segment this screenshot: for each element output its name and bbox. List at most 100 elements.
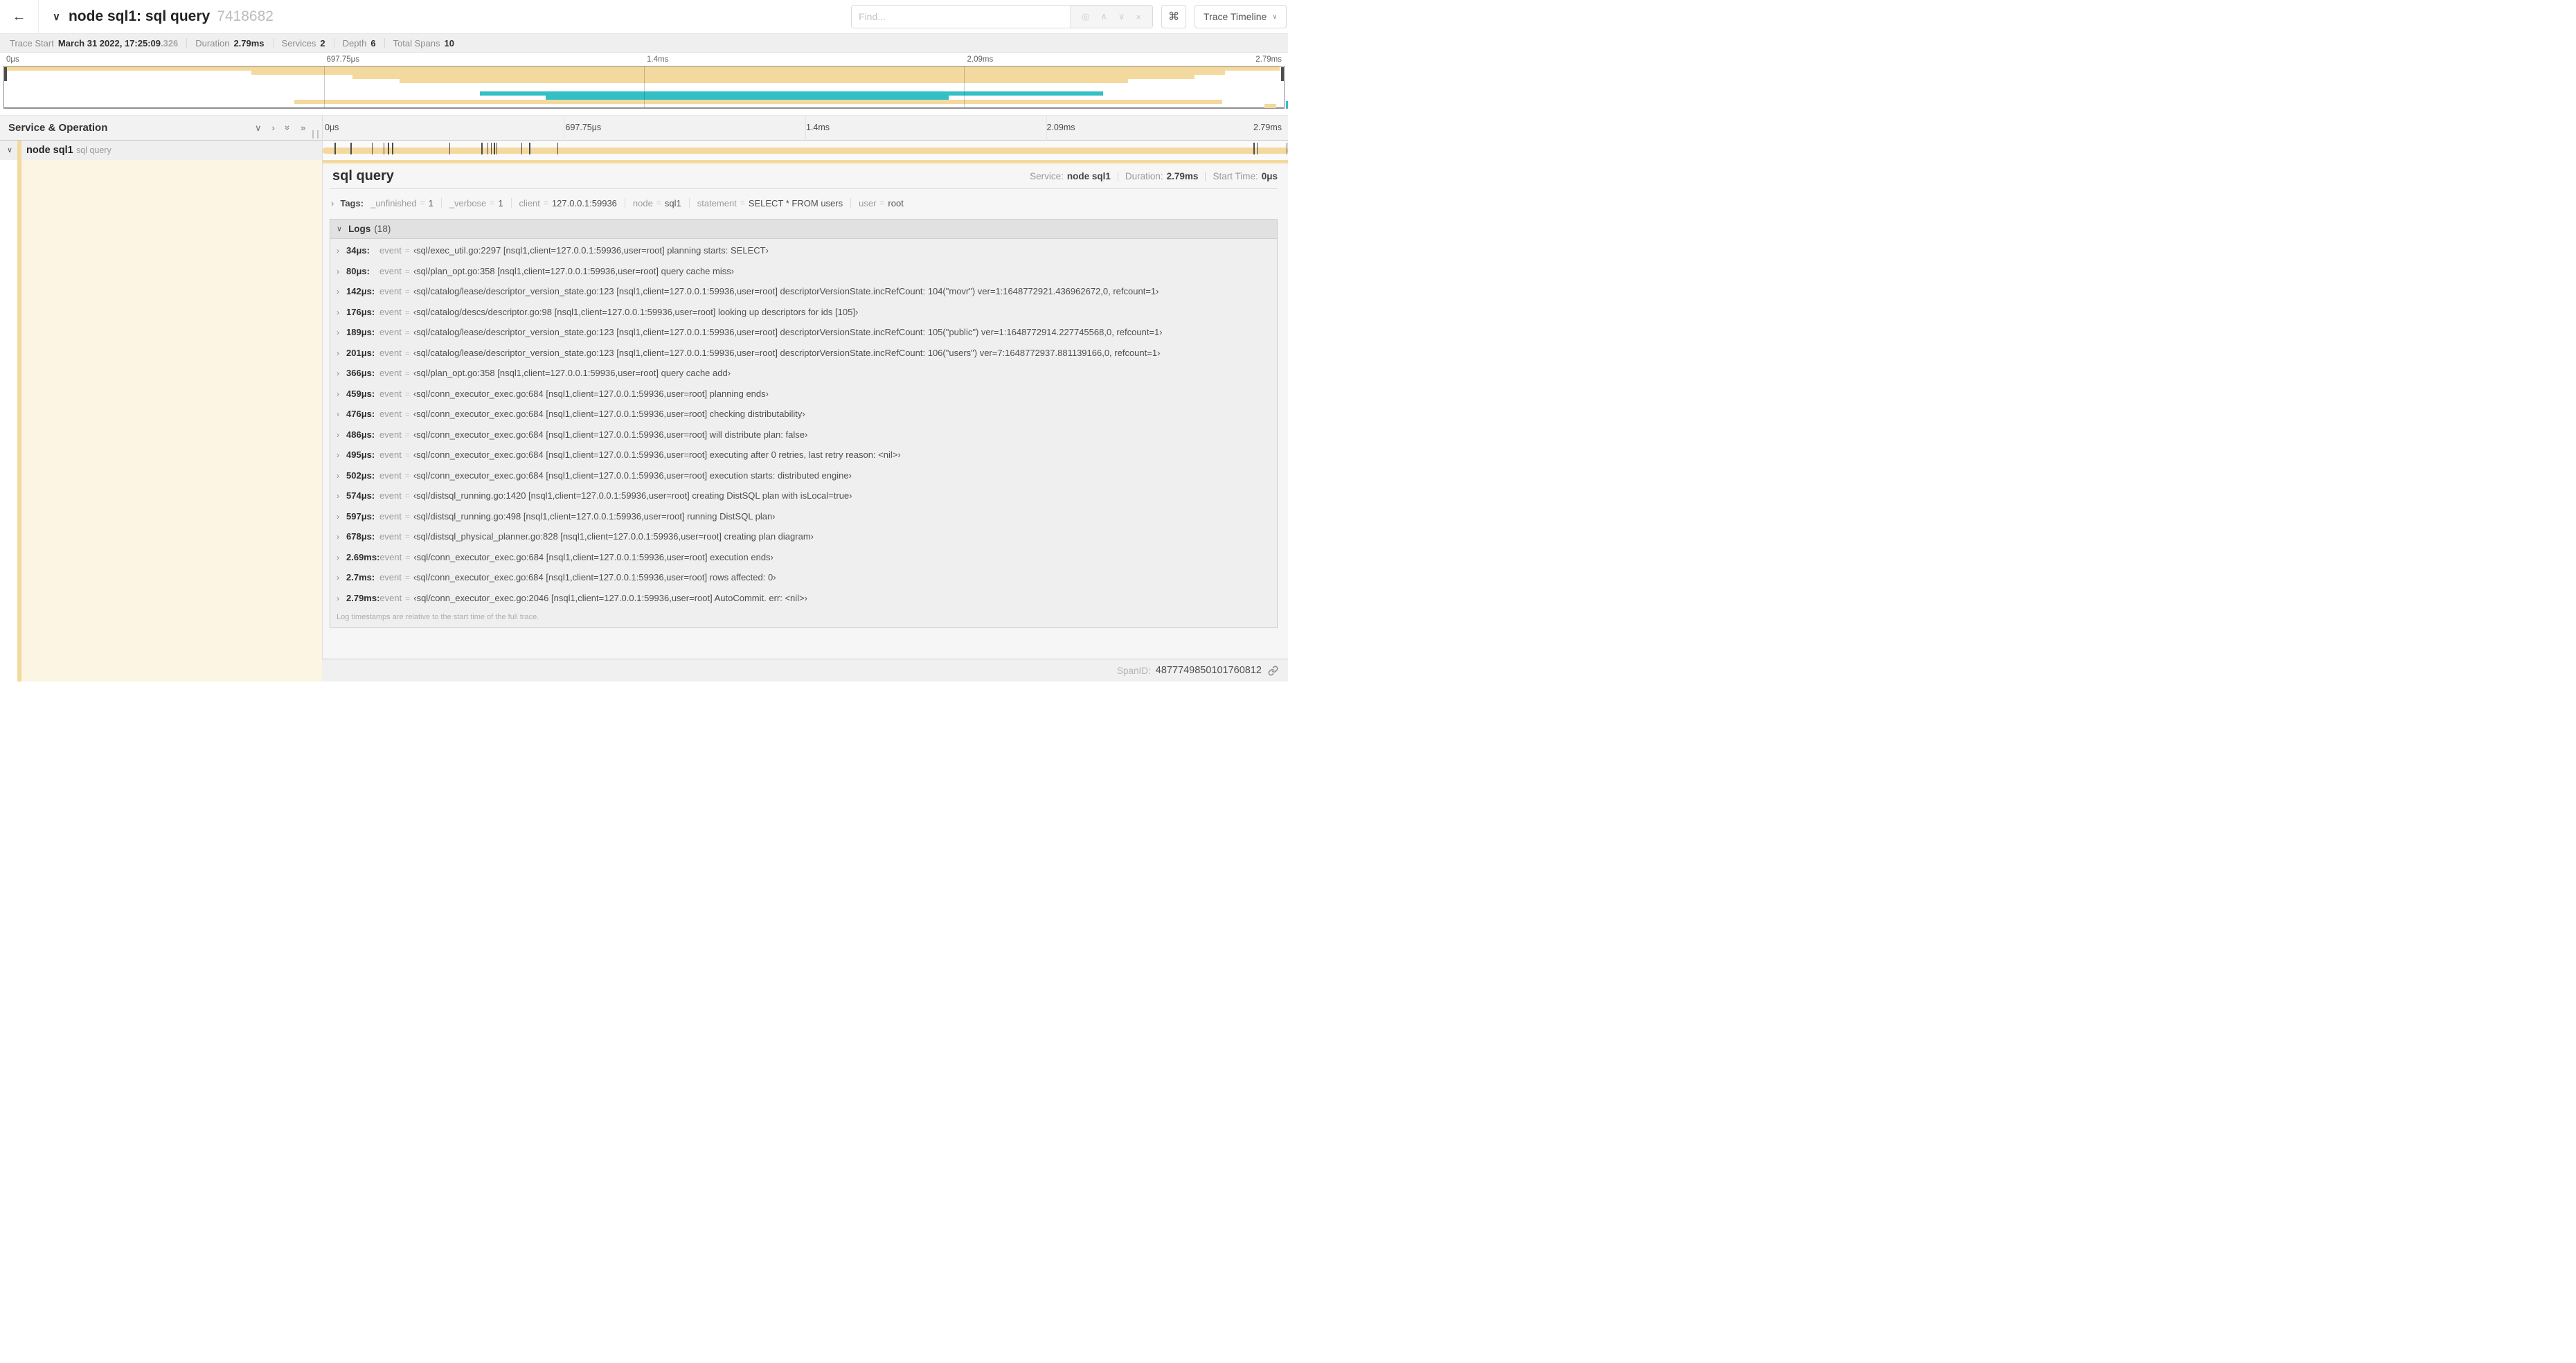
collapse-all-icon[interactable]: » bbox=[283, 125, 293, 130]
log-field-key: event bbox=[379, 388, 402, 399]
log-field-equals: = bbox=[404, 491, 410, 501]
log-timestamp: 80μs: bbox=[346, 265, 370, 276]
viewport-scrub-handle-right[interactable] bbox=[1281, 67, 1284, 81]
stat-label: Service: bbox=[1030, 171, 1064, 181]
next-match-icon[interactable]: ∨ bbox=[1118, 11, 1125, 22]
summary-item: Total Spans 10 bbox=[393, 38, 454, 48]
chevron-right-icon: › bbox=[337, 552, 339, 562]
log-row[interactable]: › 2.79ms:event = ‹sql/conn_executor_exec.go… bbox=[330, 588, 1277, 609]
tag-value: 1 bbox=[428, 197, 433, 208]
log-field-equals: = bbox=[404, 409, 410, 419]
log-row[interactable]: › 142μs: event = ‹sql/catalog/lease/descript… bbox=[330, 281, 1277, 302]
log-row[interactable]: › 80μs: event = ‹sql/plan_opt.go:358 [nsql1,… bbox=[330, 261, 1277, 282]
log-field-key: event bbox=[379, 409, 402, 419]
log-row[interactable]: › 189μs: event = ‹sql/catalog/lease/descript… bbox=[330, 322, 1277, 343]
column-resizer-grip[interactable] bbox=[312, 130, 319, 139]
log-row[interactable]: › 459μs: event = ‹sql/conn_executor_exec.go:… bbox=[330, 384, 1277, 404]
log-row[interactable]: › 2.7ms: event = ‹sql/conn_executor_exec.go:… bbox=[330, 567, 1277, 588]
log-timestamp: 2.69ms: bbox=[346, 551, 380, 562]
log-row[interactable]: › 366μs: event = ‹sql/plan_opt.go:358 [nsql1… bbox=[330, 363, 1277, 384]
log-marker-tick bbox=[494, 143, 495, 154]
tags-accordion[interactable]: › Tags: _unfinished = 1 _verbose = 1 client = 12… bbox=[331, 196, 904, 210]
find-input[interactable] bbox=[852, 6, 1070, 28]
log-row[interactable]: › 502μs: event = ‹sql/conn_executor_exec.go:… bbox=[330, 465, 1277, 486]
span-row[interactable]: ∨ node sql1 sql query bbox=[0, 141, 1288, 160]
tag-value: 1 bbox=[498, 197, 503, 208]
logs-section: ∨ Logs (18) › 34μs: event = ‹sql/exec_util.g… bbox=[330, 219, 1278, 628]
log-field-equals: = bbox=[404, 348, 410, 358]
timeline-minimap[interactable] bbox=[3, 66, 1285, 109]
prev-match-icon[interactable]: ∧ bbox=[1100, 11, 1107, 22]
span-service-name: node sql1 bbox=[26, 145, 73, 156]
expand-all-icon[interactable]: » bbox=[301, 123, 305, 133]
log-row[interactable]: › 495μs: event = ‹sql/conn_executor_exec.go:… bbox=[330, 445, 1277, 465]
log-row[interactable]: › 597μs: event = ‹sql/distsql_running.go:498… bbox=[330, 506, 1277, 527]
log-field-key: event bbox=[379, 490, 402, 501]
log-row[interactable]: › 574μs: event = ‹sql/distsql_running.go:142… bbox=[330, 485, 1277, 506]
log-field-value: ‹sql/catalog/lease/descriptor_version_st… bbox=[413, 347, 1161, 358]
collapse-trace-chevron-icon[interactable]: ∨ bbox=[53, 10, 60, 23]
log-timestamp: 189μs: bbox=[346, 327, 375, 337]
viewport-scrub-handle-left[interactable] bbox=[4, 67, 7, 81]
tag-key: client bbox=[519, 197, 540, 208]
span-color-stripe bbox=[17, 141, 21, 160]
log-row[interactable]: › 34μs: event = ‹sql/exec_util.go:2297 [nsql… bbox=[330, 240, 1277, 261]
tag-item: _verbose = 1 bbox=[449, 198, 503, 208]
ruler-tick-label: 2.79ms bbox=[1255, 55, 1282, 64]
log-field-equals: = bbox=[405, 593, 411, 603]
log-row[interactable]: › 201μs: event = ‹sql/catalog/lease/descript… bbox=[330, 343, 1277, 364]
deep-link-icon[interactable] bbox=[1268, 666, 1278, 676]
log-timestamp: 34μs: bbox=[346, 245, 370, 256]
log-row[interactable]: › 2.69ms:event = ‹sql/conn_executor_exec.go… bbox=[330, 547, 1277, 568]
clear-search-icon[interactable]: × bbox=[1136, 12, 1141, 22]
chevron-right-icon: › bbox=[337, 511, 339, 522]
log-field-key: event bbox=[379, 551, 402, 562]
log-marker-tick bbox=[496, 143, 498, 154]
span-name-cell[interactable]: ∨ node sql1 sql query bbox=[0, 141, 322, 160]
span-color-stripe bbox=[17, 160, 21, 682]
span-duration-bar[interactable] bbox=[323, 147, 1288, 154]
logs-list: › 34μs: event = ‹sql/exec_util.go:2297 [nsql… bbox=[330, 239, 1277, 608]
summary-item-value: 6 bbox=[370, 37, 376, 48]
log-row[interactable]: › 176μs: event = ‹sql/catalog/descs/descript… bbox=[330, 302, 1277, 323]
log-marker-tick bbox=[449, 143, 451, 154]
minimap-gridline bbox=[644, 66, 645, 107]
log-field-key: event bbox=[379, 592, 402, 603]
tag-value: root bbox=[888, 197, 904, 208]
tag-key: user bbox=[859, 197, 877, 208]
ruler-tick-label: 0μs bbox=[6, 55, 19, 64]
tag-equals: = bbox=[420, 198, 425, 208]
back-button[interactable]: ← bbox=[0, 0, 39, 33]
chevron-right-icon: › bbox=[331, 197, 334, 208]
stat-label: Start Time: bbox=[1213, 171, 1258, 181]
log-row[interactable]: › 476μs: event = ‹sql/conn_executor_exec.go:… bbox=[330, 404, 1277, 425]
logs-accordion-header[interactable]: ∨ Logs (18) bbox=[330, 220, 1277, 239]
view-select-button[interactable]: Trace Timeline ∨ bbox=[1195, 5, 1287, 28]
stat-item: Duration: 2.79ms bbox=[1125, 171, 1199, 181]
keyboard-shortcuts-button[interactable]: ⌘ bbox=[1161, 5, 1186, 28]
log-field-equals: = bbox=[405, 552, 411, 562]
tag-item: _unfinished = 1 bbox=[370, 198, 433, 208]
header-controls: ◎ ∧ ∨ × ⌘ Trace Timeline ∨ bbox=[851, 5, 1287, 28]
summary-item-value: 2 bbox=[320, 37, 325, 48]
collapse-one-icon[interactable]: ∨ bbox=[255, 123, 262, 134]
ruler-tick-label: 2.79ms bbox=[1253, 123, 1282, 132]
chevron-right-icon: › bbox=[337, 593, 339, 603]
log-field-equals: = bbox=[404, 328, 410, 337]
log-field-value: ‹sql/catalog/lease/descriptor_version_st… bbox=[413, 327, 1163, 337]
locate-icon[interactable]: ◎ bbox=[1082, 11, 1089, 22]
log-field-key: event bbox=[379, 286, 402, 296]
log-timestamp: 142μs: bbox=[346, 286, 375, 296]
summary-item-value: 10 bbox=[444, 37, 454, 48]
top-bar: ← ∨ node sql1: sql query 7418682 ◎ ∧ ∨ ×… bbox=[0, 0, 1288, 33]
log-row[interactable]: › 486μs: event = ‹sql/conn_executor_exec.go:… bbox=[330, 425, 1277, 445]
detail-left-column bbox=[0, 160, 322, 682]
span-bar-cell[interactable] bbox=[323, 141, 1288, 160]
tag-separator bbox=[688, 198, 690, 208]
expand-one-icon[interactable]: › bbox=[272, 123, 275, 133]
log-row[interactable]: › 678μs: event = ‹sql/distsql_physical_plann… bbox=[330, 526, 1277, 547]
span-collapse-chevron-icon[interactable]: ∨ bbox=[7, 141, 12, 160]
chevron-down-icon: ∨ bbox=[1272, 12, 1278, 21]
log-field-equals: = bbox=[404, 246, 410, 256]
log-field-value: ‹sql/conn_executor_exec.go:684 [nsql1,cl… bbox=[413, 429, 808, 440]
